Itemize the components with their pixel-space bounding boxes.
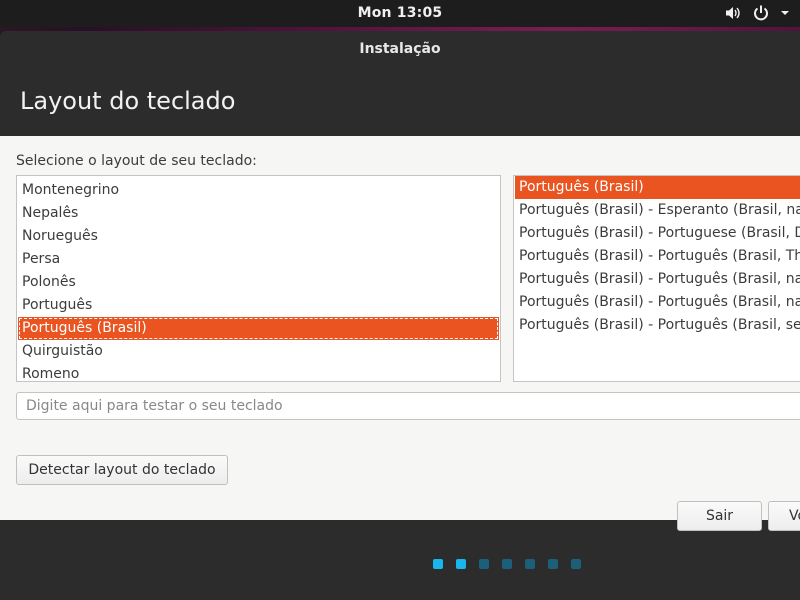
- system-tray[interactable]: [724, 4, 790, 22]
- back-button[interactable]: Voltar: [768, 501, 800, 531]
- list-item[interactable]: Quirguistão: [18, 340, 499, 363]
- page-header: Layout do teclado: [0, 67, 800, 136]
- progress-step-dot: [502, 559, 512, 569]
- clock[interactable]: Mon 13:05: [0, 5, 800, 21]
- progress-step-dot: [548, 559, 558, 569]
- detect-layout-button[interactable]: Detectar layout do teclado: [16, 455, 228, 485]
- list-item[interactable]: Português (Brasil) - Português (Brasil, …: [515, 314, 800, 337]
- progress-step-dot: [456, 559, 466, 569]
- volume-icon[interactable]: [724, 4, 742, 22]
- list-item[interactable]: Montenegrino: [18, 179, 499, 202]
- power-icon[interactable]: [752, 4, 770, 22]
- list-item[interactable]: Português (Brasil) - Português (Brasil, …: [515, 268, 800, 291]
- list-item[interactable]: Romeno: [18, 363, 499, 381]
- progress-step-dot: [479, 559, 489, 569]
- variant-list[interactable]: Português (Brasil) Português (Brasil) - E…: [513, 175, 800, 382]
- page-title: Layout do teclado: [20, 87, 236, 115]
- list-item[interactable]: Português (Brasil) - Português (Brasil, …: [515, 291, 800, 314]
- window-title: Instalação: [359, 41, 441, 57]
- list-item[interactable]: Português (Brasil) - Portuguese (Brasil,…: [515, 222, 800, 245]
- list-item[interactable]: Português: [18, 294, 499, 317]
- layout-list[interactable]: Montenegrino Nepalês Norueguês Persa Polonês…: [16, 175, 501, 382]
- list-item[interactable]: Português (Brasil) - Português (Brasil, …: [515, 245, 800, 268]
- progress-step-dot: [571, 559, 581, 569]
- list-item[interactable]: Polonês: [18, 271, 499, 294]
- list-item[interactable]: Português (Brasil): [18, 317, 499, 340]
- list-item[interactable]: Nepalês: [18, 202, 499, 225]
- progress-step-dot: [433, 559, 443, 569]
- progress-steps: [0, 559, 800, 571]
- list-item[interactable]: Português (Brasil) - Esperanto (Brasil, …: [515, 199, 800, 222]
- list-item[interactable]: Persa: [18, 248, 499, 271]
- keyboard-test-input[interactable]: [16, 392, 800, 420]
- list-item[interactable]: Norueguês: [18, 225, 499, 248]
- content-area: Selecione o layout de seu teclado: Monte…: [0, 136, 800, 531]
- dropdown-arrow-icon[interactable]: [780, 4, 790, 22]
- progress-step-dot: [525, 559, 535, 569]
- installer-window: Instalação Layout do teclado Selecione o…: [0, 31, 800, 600]
- list-item[interactable]: Português (Brasil): [515, 176, 800, 199]
- quit-button[interactable]: Sair: [677, 501, 762, 531]
- top-bar: Mon 13:05: [0, 0, 800, 27]
- layout-prompt: Selecione o layout de seu teclado:: [16, 153, 257, 169]
